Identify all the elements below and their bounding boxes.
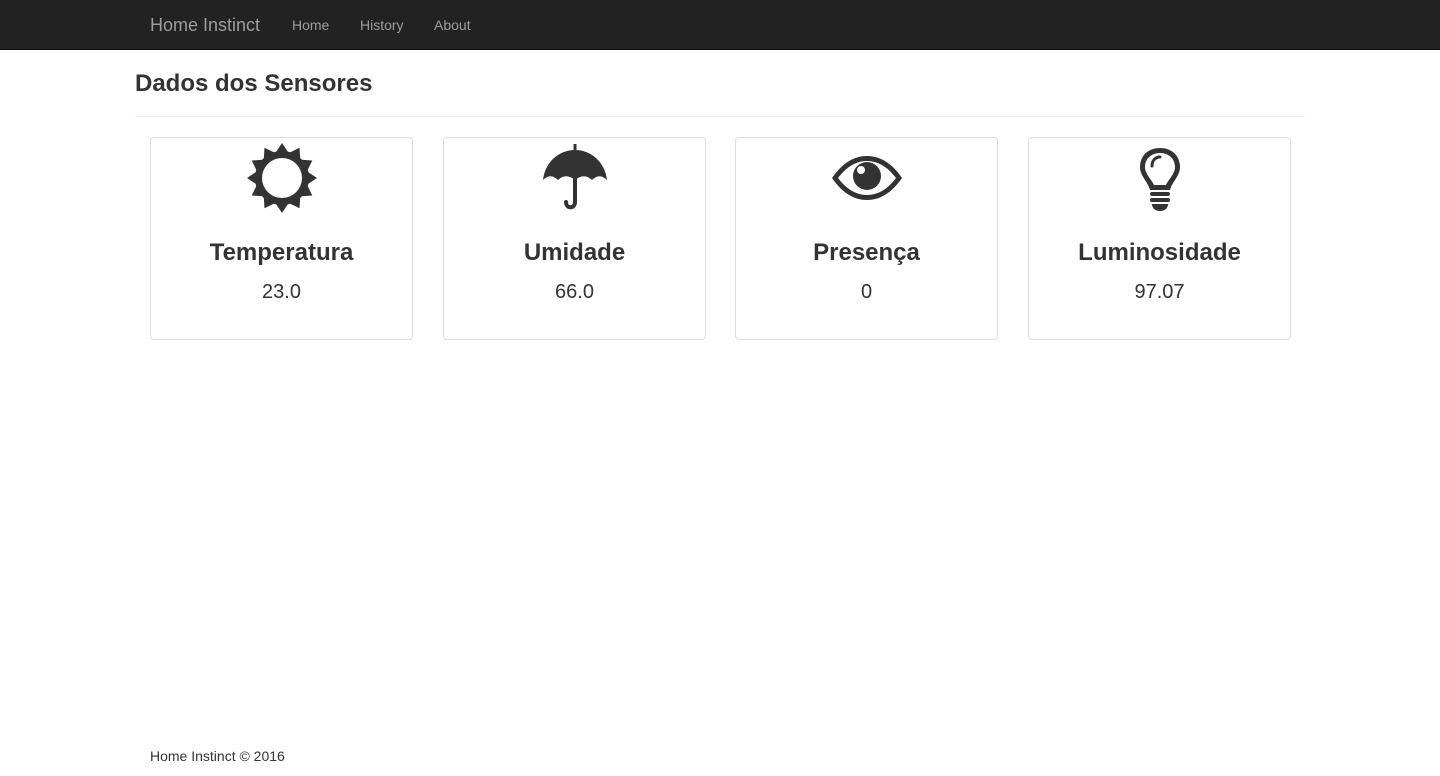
lightbulb-icon bbox=[1029, 142, 1290, 214]
sensor-value: 97.07 bbox=[1134, 281, 1185, 303]
footer-text: Home Instinct © 2016 bbox=[150, 748, 285, 764]
sensor-value: 66.0 bbox=[555, 281, 594, 303]
sensor-label: Temperatura bbox=[209, 239, 354, 266]
nav-history-link[interactable]: History bbox=[360, 16, 404, 34]
sensor-value: 0 bbox=[860, 281, 873, 303]
brand-link[interactable]: Home Instinct bbox=[150, 14, 260, 36]
sensor-value: 23.0 bbox=[262, 281, 301, 303]
sensor-card-luminosity: Luminosidade 97.07 bbox=[1028, 137, 1291, 340]
sensor-card-presence: Presença 0 bbox=[735, 137, 998, 340]
navbar: Home Instinct Home History About bbox=[0, 0, 1440, 50]
sensor-label: Luminosidade bbox=[1078, 239, 1241, 266]
sensor-label: Presença bbox=[813, 239, 920, 266]
eye-icon bbox=[736, 142, 997, 214]
title-divider bbox=[135, 116, 1305, 117]
sensor-label: Umidade bbox=[523, 239, 626, 266]
umbrella-icon bbox=[444, 142, 705, 214]
sensor-card-humidity: Umidade 66.0 bbox=[443, 137, 706, 340]
nav-home-link[interactable]: Home bbox=[292, 16, 329, 34]
sensor-card-temperature: Temperatura 23.0 bbox=[150, 137, 413, 340]
nav-about-link[interactable]: About bbox=[434, 16, 471, 34]
sun-icon bbox=[151, 142, 412, 214]
page-title: Dados dos Sensores bbox=[135, 70, 373, 97]
